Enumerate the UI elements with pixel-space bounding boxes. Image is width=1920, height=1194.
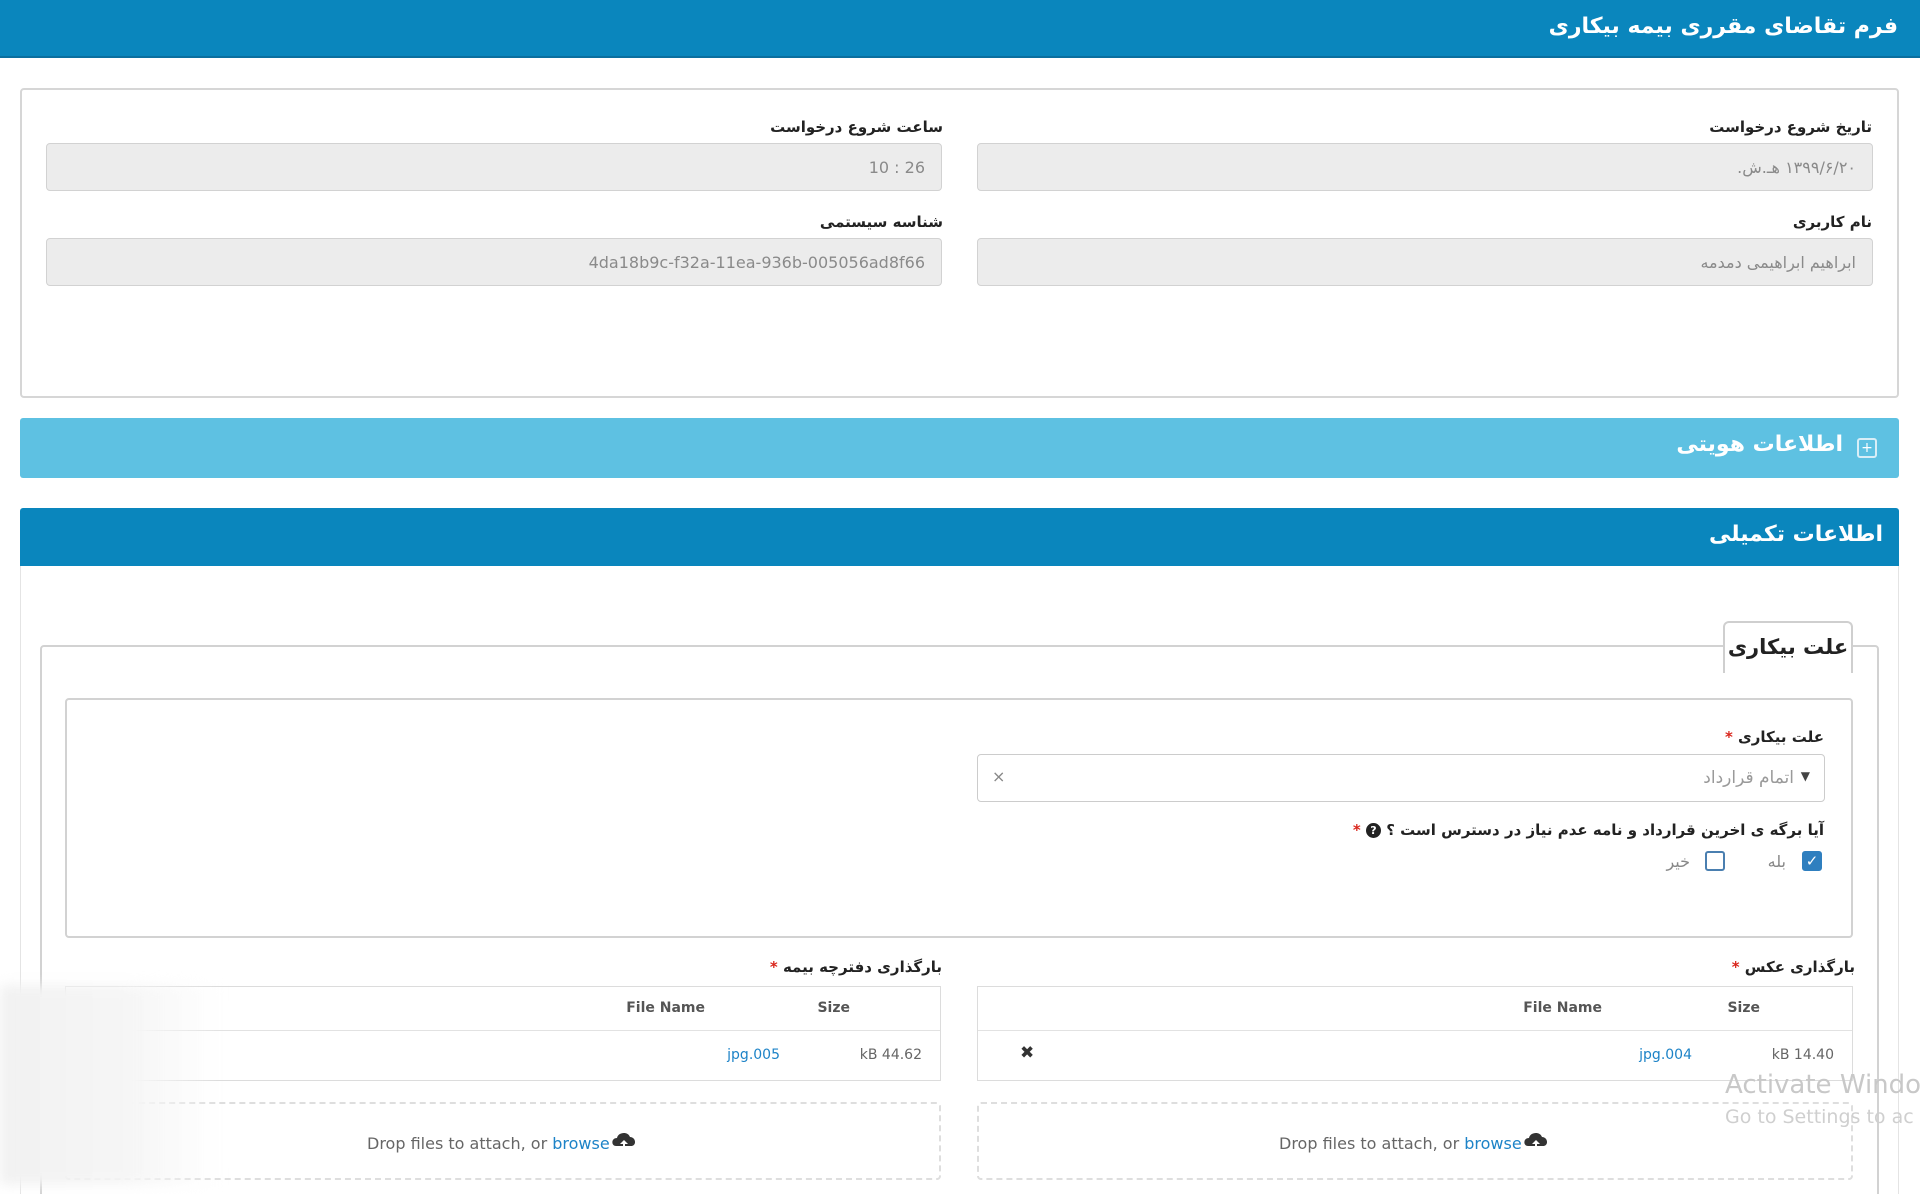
file-size: kB 44.62 [859,1047,922,1063]
supplementary-section-header: اطلاعات تکمیلی [20,508,1899,566]
system-id-label: شناسه سیستمی [819,213,943,231]
start-time-label: ساعت شروع درخواست [770,118,943,136]
photo-upload-label: بارگذاری عکس * [1731,958,1855,976]
clear-icon[interactable]: × [992,767,1005,786]
booklet-upload-label: بارگذاری دفترچه بیمه * [769,958,942,976]
reason-select[interactable]: ▼ اتمام قرارداد × [977,754,1825,802]
dropzone-text: Drop files to attach, or browse [1279,1134,1522,1153]
file-name-column-header: File Name [626,1000,705,1016]
browse-link[interactable]: browse [552,1134,609,1153]
size-column-header: Size [817,1000,850,1016]
table-header [978,987,1852,1031]
size-column-header: Size [1727,1000,1760,1016]
reason-panel [65,698,1853,938]
file-name-link[interactable]: jpg.005 [727,1047,780,1063]
reason-select-value: اتمام قرارداد [1703,768,1794,788]
required-mark: * [1352,821,1361,839]
dropzone-text: Drop files to attach, or browse [367,1134,610,1153]
page-title: فرم تقاضای مقرری بیمه بیکاری [1548,14,1898,39]
option-yes-checkbox[interactable]: ✓ [1802,851,1822,871]
option-no-checkbox[interactable] [1705,851,1725,871]
blurred-region [0,985,220,1185]
start-time-field: 10 : 26 [46,143,942,191]
browse-link[interactable]: browse [1464,1134,1521,1153]
option-yes-label: بله [1767,852,1786,871]
system-id-field: 4da18b9c-f32a-11ea-936b-005056ad8f66 [46,238,942,286]
fieldset-title: علت بیکاری [1727,635,1849,659]
chevron-down-icon[interactable]: ▼ [1801,769,1810,783]
page-header: فرم تقاضای مقرری بیمه بیکاری [0,0,1920,58]
plus-icon[interactable]: + [1857,438,1877,458]
option-no-label: خیر [1666,852,1690,871]
reason-label: علت بیکاری * [1724,728,1824,746]
identity-section-header[interactable]: + اطلاعات هویتی [20,418,1899,478]
photo-dropzone[interactable]: Drop files to attach, or browse [977,1102,1853,1180]
identity-section-title: اطلاعات هویتی [1676,432,1843,457]
info-icon[interactable]: ? [1365,823,1381,838]
contract-question-label: آیا برگه ی اخرین قرارداد و نامه عدم نیاز… [1352,821,1824,839]
cloud-upload-icon [1524,1132,1548,1152]
file-name-link[interactable]: jpg.004 [1639,1047,1692,1063]
username-label: نام کاربری [1792,213,1872,231]
required-mark: * [1724,728,1733,746]
file-size: kB 14.40 [1771,1047,1834,1063]
file-name-column-header: File Name [1523,1000,1602,1016]
photo-upload-table: Size File Name kB 14.40 jpg.004 ✖ [977,986,1853,1081]
supplementary-section-title: اطلاعات تکمیلی [1708,522,1883,547]
remove-icon[interactable]: ✖ [1020,1043,1034,1063]
required-mark: * [769,958,778,976]
windows-activation-watermark: Activate Windo [1725,1070,1920,1100]
start-date-field: ۱۳۹۹/۶/۲۰ هـ.ش. [977,143,1873,191]
fieldset-tab: علت بیکاری [1723,621,1853,673]
start-date-label: تاریخ شروع درخواست [1709,118,1872,136]
username-field: ابراهیم ابراهیمی دمدمه [977,238,1873,286]
cloud-upload-icon [612,1132,636,1152]
required-mark: * [1731,958,1740,976]
windows-activation-subtext: Go to Settings to ac [1725,1106,1914,1128]
